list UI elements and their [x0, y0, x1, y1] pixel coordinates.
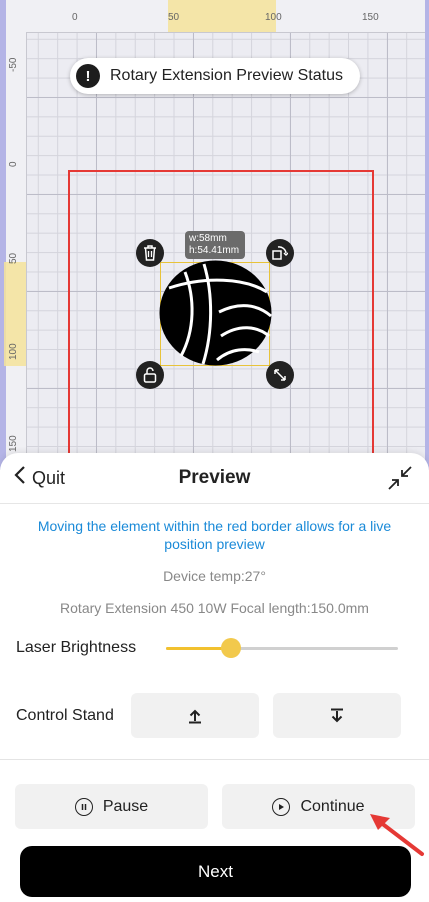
ruler-tick: 0 [8, 161, 19, 167]
exclamation-icon: ! [76, 64, 100, 88]
device-temp: Device temp:27° [163, 568, 266, 584]
ruler-tick: 150 [8, 435, 19, 452]
lock-icon[interactable] [136, 361, 164, 389]
status-label: Rotary Extension Preview Status [110, 67, 343, 84]
device-info: Rotary Extension 450 10W Focal length:15… [60, 600, 369, 616]
continue-icon [272, 797, 291, 816]
sheet-header: Quit Preview [0, 453, 429, 504]
resize-icon[interactable] [266, 361, 294, 389]
trash-icon[interactable] [136, 239, 164, 267]
slider-knob[interactable] [220, 638, 241, 658]
divider [0, 759, 429, 760]
dimensions-tooltip: w:58mm h:54.41mm [185, 231, 245, 259]
pause-button[interactable]: Pause [15, 784, 208, 829]
red-arrow-annotation [370, 814, 424, 856]
ruler-tick: 150 [362, 12, 379, 23]
stand-up-button[interactable] [131, 693, 259, 738]
pause-icon [74, 797, 93, 816]
arrow-down-bar-icon [331, 708, 343, 722]
continue-label: Continue [300, 797, 365, 815]
height-readout: h:54.41mm [189, 245, 240, 256]
pause-label: Pause [102, 797, 149, 815]
rotate-icon[interactable] [266, 239, 294, 267]
brightness-label: Laser Brightness [16, 639, 137, 656]
width-readout: w:58mm [189, 233, 227, 244]
top-ruler: 0 50 100 150 [6, 0, 425, 33]
ruler-tick: 100 [8, 343, 19, 360]
ruler-tick: 50 [8, 252, 19, 264]
preview-bottom-sheet: Quit Preview Moving the element within t… [0, 453, 429, 902]
ruler-tick: 0 [72, 12, 78, 23]
next-button[interactable]: Next [20, 846, 411, 897]
collapse-icon[interactable] [387, 465, 413, 491]
brightness-slider[interactable] [166, 638, 398, 658]
canvas-frame-right [425, 0, 429, 470]
preview-status-pill[interactable]: ! Rotary Extension Preview Status [70, 58, 360, 94]
sheet-title: Preview [178, 467, 251, 488]
ruler-tick: -50 [8, 57, 19, 72]
ruler-tick: 50 [168, 12, 180, 23]
stand-down-button[interactable] [273, 693, 401, 738]
ruler-highlight-x [168, 0, 276, 32]
control-stand-label: Control Stand [16, 707, 114, 724]
info-hint: Moving the element within the red border… [37, 518, 392, 552]
arrow-up-bar-icon [189, 709, 201, 723]
left-ruler: -50 0 50 100 150 [4, 32, 27, 470]
ruler-tick: 100 [265, 12, 282, 23]
volleyball-image[interactable] [159, 260, 272, 366]
